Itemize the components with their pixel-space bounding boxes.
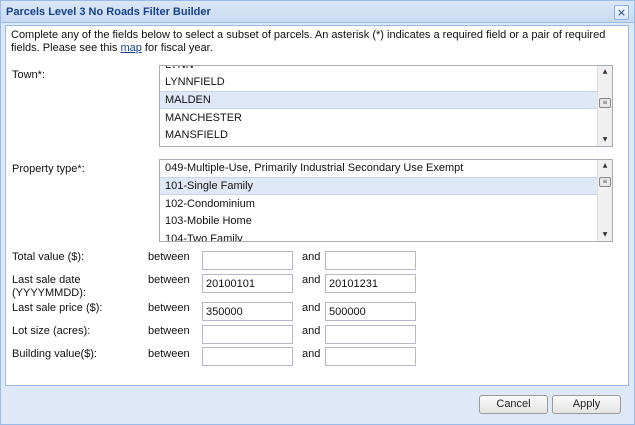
last-sale-price-from-input[interactable] (202, 302, 293, 321)
scroll-down-icon[interactable]: ▼ (598, 134, 612, 146)
town-option-selected[interactable]: MALDEN (160, 91, 597, 109)
dialog-body: Complete any of the fields below to sele… (5, 25, 629, 386)
and-label: and (302, 348, 321, 360)
property-type-label: Property type*: (12, 163, 85, 175)
last-sale-date-label: Last sale date (YYYYMMDD): (12, 274, 86, 299)
scroll-down-icon[interactable]: ▼ (598, 229, 612, 241)
window-titlebar[interactable]: Parcels Level 3 No Roads Filter Builder … (1, 1, 634, 23)
and-label: and (302, 302, 321, 314)
total-value-label: Total value ($): (12, 251, 85, 263)
cancel-button[interactable]: Cancel (479, 395, 548, 414)
last-sale-date-to-input[interactable] (325, 274, 416, 293)
scroll-thumb[interactable]: ≡ (599, 177, 611, 187)
intro-text-before: Complete any of the fields below to sele… (11, 29, 606, 54)
town-scrollbar[interactable]: ▲ ≡ ▼ (597, 66, 612, 146)
lot-size-from-input[interactable] (202, 325, 293, 344)
town-label: Town*: (12, 69, 46, 81)
scroll-up-icon[interactable]: ▲ (598, 66, 612, 78)
window-title: Parcels Level 3 No Roads Filter Builder (6, 6, 211, 18)
between-label: between (148, 325, 190, 337)
total-value-from-input[interactable] (202, 251, 293, 270)
filter-builder-window: Parcels Level 3 No Roads Filter Builder … (0, 0, 635, 425)
town-option[interactable]: LYNNFIELD (160, 73, 597, 91)
scroll-thumb[interactable]: ≡ (599, 98, 611, 108)
lot-size-label: Lot size (acres): (12, 325, 91, 337)
fiscal-year-map-link[interactable]: map (120, 42, 141, 54)
and-label: and (302, 251, 321, 263)
intro-text: Complete any of the fields below to sele… (11, 29, 621, 55)
town-option[interactable]: MANSFIELD (160, 126, 597, 144)
property-type-option[interactable]: 049-Multiple-Use, Primarily Industrial S… (160, 160, 597, 177)
building-value-from-input[interactable] (202, 347, 293, 366)
total-value-to-input[interactable] (325, 251, 416, 270)
and-label: and (302, 325, 321, 337)
between-label: between (148, 274, 190, 286)
last-sale-price-label: Last sale price ($): (12, 302, 103, 314)
scroll-up-icon[interactable]: ▲ (598, 160, 612, 172)
between-label: between (148, 251, 190, 263)
property-type-option[interactable]: 104-Two Family (160, 230, 597, 241)
between-label: between (148, 348, 190, 360)
intro-text-after: for fiscal year. (141, 42, 213, 54)
property-type-listbox[interactable]: 049-Multiple-Use, Primarily Industrial S… (159, 159, 613, 242)
property-type-option[interactable]: 103-Mobile Home (160, 212, 597, 230)
building-value-to-input[interactable] (325, 347, 416, 366)
town-listbox[interactable]: LYNN LYNNFIELD MALDEN MANCHESTER MANSFIE… (159, 65, 613, 147)
last-sale-date-from-input[interactable] (202, 274, 293, 293)
between-label: between (148, 302, 190, 314)
apply-button[interactable]: Apply (552, 395, 621, 414)
lot-size-to-input[interactable] (325, 325, 416, 344)
building-value-label: Building value($): (12, 348, 97, 360)
property-type-option[interactable]: 102-Condominium (160, 195, 597, 213)
and-label: and (302, 274, 321, 286)
close-icon[interactable]: × (614, 5, 629, 20)
property-type-option-selected[interactable]: 101-Single Family (160, 177, 597, 195)
town-option[interactable]: MANCHESTER (160, 109, 597, 127)
property-type-scrollbar[interactable]: ▲ ≡ ▼ (597, 160, 612, 241)
last-sale-price-to-input[interactable] (325, 302, 416, 321)
